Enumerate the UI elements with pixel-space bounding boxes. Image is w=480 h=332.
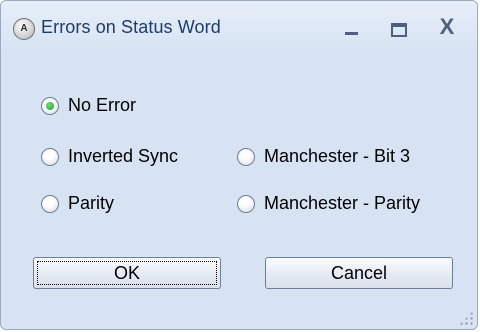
ok-button-label: OK <box>113 262 140 283</box>
maximize-button[interactable] <box>381 11 417 43</box>
radio-manchester-bit-3[interactable]: Manchester - Bit 3 <box>237 146 410 167</box>
ok-button[interactable]: OK <box>33 257 221 289</box>
radio-button-icon <box>237 194 255 213</box>
maximize-icon <box>391 23 407 37</box>
radio-label: Parity <box>68 193 115 213</box>
radio-label: Manchester - Parity <box>264 193 421 213</box>
cancel-button[interactable]: Cancel <box>265 257 453 289</box>
title-bar[interactable]: A Errors on Status Word X <box>1 1 477 55</box>
radio-label: Manchester - Bit 3 <box>264 146 411 166</box>
minimize-icon <box>344 31 358 35</box>
cancel-button-label: Cancel <box>330 262 388 283</box>
close-button[interactable]: X <box>429 11 465 43</box>
radio-manchester-parity[interactable]: Manchester - Parity <box>237 193 420 214</box>
radio-label: No Error <box>68 95 137 115</box>
radio-button-icon <box>41 194 59 213</box>
window-title: Errors on Status Word <box>41 17 221 37</box>
app-icon: A <box>13 18 35 40</box>
radio-button-icon <box>41 147 59 166</box>
radio-button-icon <box>41 96 59 115</box>
radio-inverted-sync[interactable]: Inverted Sync <box>41 146 178 167</box>
radio-button-icon <box>237 147 255 166</box>
dialog-window: A Errors on Status Word X No Error Inver… <box>0 0 478 330</box>
resize-grip[interactable] <box>459 311 473 325</box>
minimize-button[interactable] <box>333 11 369 43</box>
close-icon: X <box>439 14 455 39</box>
radio-parity[interactable]: Parity <box>41 193 114 214</box>
radio-label: Inverted Sync <box>68 146 179 166</box>
radio-no-error[interactable]: No Error <box>41 95 136 116</box>
